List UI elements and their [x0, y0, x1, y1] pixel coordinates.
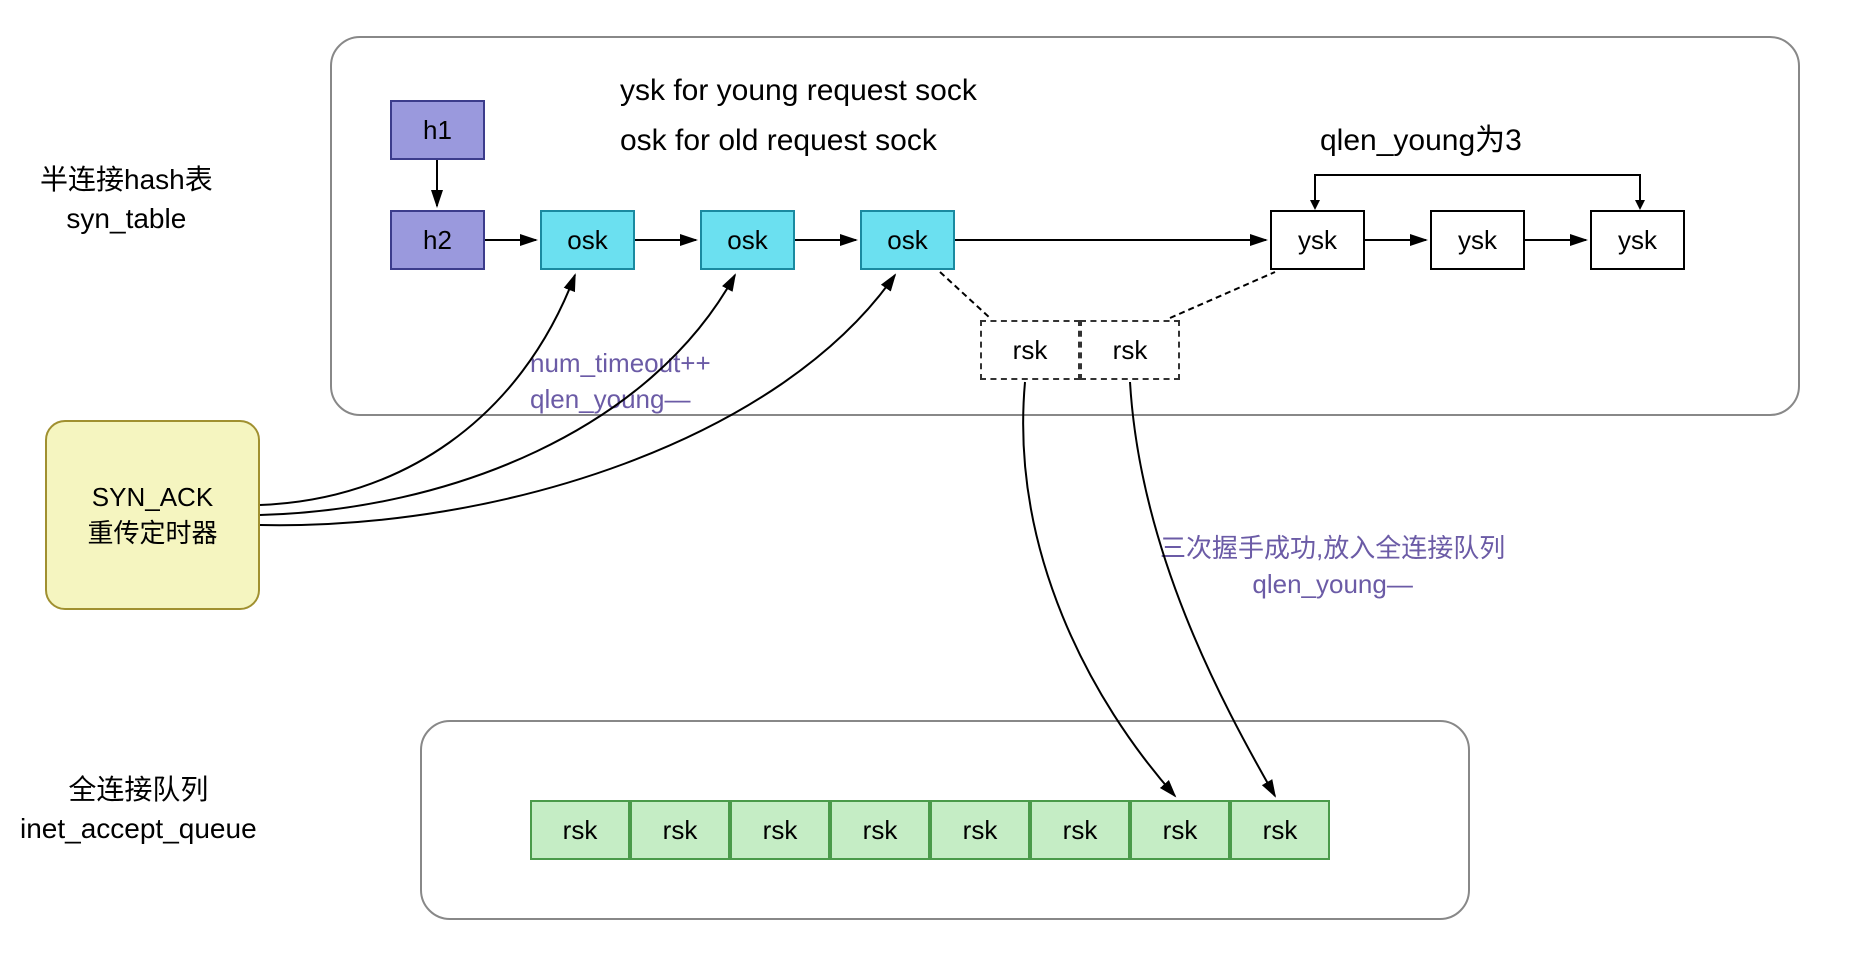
timeout-note-2: qlen_young— [530, 384, 690, 414]
h1-box: h1 [390, 100, 485, 160]
rsk-dash-1: rsk [980, 320, 1080, 380]
accept-queue-title: 全连接队列 inet_accept_queue [20, 770, 257, 848]
rsk-q-label-3: rsk [763, 815, 798, 846]
rsk-q-7: rsk [1130, 800, 1230, 860]
rsk-q-3: rsk [730, 800, 830, 860]
ysk-description: ysk for young request sock [620, 70, 977, 112]
ysk-label-2: ysk [1458, 225, 1497, 256]
timer-line1: SYN_ACK [92, 482, 213, 512]
ysk-label-3: ysk [1618, 225, 1657, 256]
h2-box: h2 [390, 210, 485, 270]
rsk-q-8: rsk [1230, 800, 1330, 860]
syn-table-title: 半连接hash表 syn_table [40, 160, 213, 238]
rsk-dash-2: rsk [1080, 320, 1180, 380]
osk-description: osk for old request sock [620, 120, 937, 162]
syn-table-title-line1: 半连接hash表 [40, 164, 213, 195]
handshake-note: 三次握手成功,放入全连接队列 qlen_young— [1160, 530, 1505, 603]
timer-line2: 重传定时器 [87, 518, 217, 548]
syn-table-title-line2: syn_table [66, 203, 186, 234]
accept-queue-title-line1: 全连接队列 [68, 774, 208, 805]
handshake-note-2: qlen_young— [1252, 569, 1412, 599]
rsk-q-2: rsk [630, 800, 730, 860]
syn-ack-timer: SYN_ACK 重传定时器 [45, 420, 260, 610]
ysk-box-1: ysk [1270, 210, 1365, 270]
rsk-q-4: rsk [830, 800, 930, 860]
rsk-q-label-6: rsk [1063, 815, 1098, 846]
timeout-note-1: num_timeout++ [530, 348, 711, 378]
h1-label: h1 [423, 115, 452, 146]
rsk-q-1: rsk [530, 800, 630, 860]
osk-label-1: osk [567, 225, 607, 256]
ysk-label-1: ysk [1298, 225, 1337, 256]
rsk-dash-label-1: rsk [1013, 335, 1048, 366]
h2-label: h2 [423, 225, 452, 256]
osk-label-2: osk [727, 225, 767, 256]
rsk-q-6: rsk [1030, 800, 1130, 860]
qlen-young-label: qlen_young为3 [1320, 120, 1522, 162]
timeout-note: num_timeout++ qlen_young— [530, 345, 711, 418]
rsk-q-label-8: rsk [1263, 815, 1298, 846]
rsk-q-label-5: rsk [963, 815, 998, 846]
rsk-q-label-7: rsk [1163, 815, 1198, 846]
osk-box-1: osk [540, 210, 635, 270]
osk-label-3: osk [887, 225, 927, 256]
ysk-box-3: ysk [1590, 210, 1685, 270]
rsk-q-label-4: rsk [863, 815, 898, 846]
rsk-q-label-1: rsk [563, 815, 598, 846]
rsk-dash-label-2: rsk [1113, 335, 1148, 366]
rsk-q-5: rsk [930, 800, 1030, 860]
osk-box-3: osk [860, 210, 955, 270]
accept-queue-title-line2: inet_accept_queue [20, 813, 257, 844]
osk-box-2: osk [700, 210, 795, 270]
handshake-note-1: 三次握手成功,放入全连接队列 [1160, 533, 1505, 563]
ysk-box-2: ysk [1430, 210, 1525, 270]
rsk-q-label-2: rsk [663, 815, 698, 846]
